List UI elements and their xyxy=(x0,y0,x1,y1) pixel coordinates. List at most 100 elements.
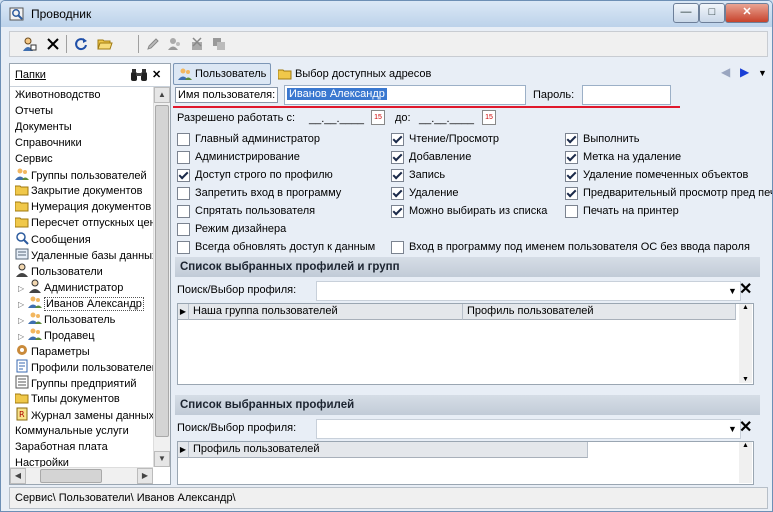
tree-item[interactable]: Заработная плата xyxy=(15,439,108,455)
profile-search-input[interactable] xyxy=(316,281,741,301)
scroll-down-icon[interactable]: ▼ xyxy=(739,376,752,383)
tab-user[interactable]: Пользователь xyxy=(173,63,272,85)
tree-vertical-scrollbar[interactable]: ▲ ▼ xyxy=(153,87,170,467)
checkbox-box[interactable] xyxy=(565,204,578,218)
clear-search-icon[interactable]: ✕ xyxy=(739,420,752,436)
tree-item[interactable]: R Журнал замены данных xyxy=(15,407,153,423)
tree-item[interactable]: ▷ Администратор xyxy=(18,279,123,295)
minimize-button[interactable]: — xyxy=(673,3,699,23)
tree-item[interactable]: Типы документов xyxy=(14,391,120,407)
cut-button[interactable] xyxy=(188,35,206,53)
checkbox-box[interactable] xyxy=(391,168,404,182)
tree-horizontal-scrollbar[interactable]: ◀ ▶ xyxy=(10,467,153,484)
tree-item[interactable]: Группы предприятий xyxy=(15,375,137,391)
chevron-down-icon[interactable]: ▼ xyxy=(728,286,737,296)
properties-button[interactable] xyxy=(20,35,38,53)
permission-checkbox[interactable]: Чтение/Просмотр xyxy=(391,131,499,147)
permission-checkbox[interactable]: Вход в программу под именем пользователя… xyxy=(391,239,750,255)
close-button[interactable]: ✕ xyxy=(725,3,769,23)
col-header-group[interactable]: Наша группа пользователей xyxy=(189,304,463,320)
permission-checkbox[interactable]: Можно выбирать из списка xyxy=(391,203,547,219)
tree-item[interactable]: Нумерация документов xyxy=(14,199,151,215)
hscroll-thumb[interactable] xyxy=(40,469,102,483)
scroll-up-button[interactable]: ▲ xyxy=(154,87,170,103)
checkbox-box[interactable] xyxy=(177,240,190,254)
checkbox-box[interactable] xyxy=(565,150,578,164)
permission-checkbox[interactable]: Печать на принтер xyxy=(565,203,679,219)
permission-checkbox[interactable]: Предварительный просмотр пред печ xyxy=(565,185,772,201)
open-folder-button[interactable] xyxy=(96,35,114,53)
checkbox-box[interactable] xyxy=(177,222,190,236)
clear-search-icon[interactable]: ✕ xyxy=(739,282,752,298)
refresh-button[interactable] xyxy=(72,35,90,53)
username-field[interactable]: Иванов Александр xyxy=(284,85,526,105)
permission-checkbox[interactable]: Администрирование xyxy=(177,149,300,165)
tree-item[interactable]: Сообщения xyxy=(15,231,91,247)
col-header-profile[interactable]: Профиль пользователей xyxy=(463,304,736,320)
permission-checkbox[interactable]: Добавление xyxy=(391,149,471,165)
permission-checkbox[interactable]: Запретить вход в программу xyxy=(177,185,341,201)
tree-item[interactable]: Справочники xyxy=(15,135,82,151)
checkbox-box[interactable] xyxy=(391,132,404,146)
tree-item[interactable]: Профили пользователей xyxy=(15,359,153,375)
checkbox-box[interactable] xyxy=(565,186,578,200)
scroll-up-icon[interactable]: ▲ xyxy=(739,304,752,311)
checkbox-box[interactable] xyxy=(565,132,578,146)
maximize-button[interactable]: □ xyxy=(699,3,725,23)
permission-checkbox[interactable]: Удаление помеченных объектов xyxy=(565,167,748,183)
permission-checkbox[interactable]: Выполнить xyxy=(565,131,639,147)
scroll-left-button[interactable]: ◀ xyxy=(10,468,26,484)
date-to-field[interactable]: __.__.____ xyxy=(419,113,474,125)
tree-item[interactable]: Удаленные базы данных xyxy=(15,247,153,263)
tree-item[interactable]: Отчеты xyxy=(15,103,53,119)
scroll-up-icon[interactable]: ▲ xyxy=(739,442,752,449)
scroll-thumb[interactable] xyxy=(155,105,169,437)
permission-checkbox[interactable]: Всегда обновлять доступ к данным xyxy=(177,239,375,255)
col-header-profile-2[interactable]: Профиль пользователей xyxy=(189,442,588,458)
checkbox-box[interactable] xyxy=(391,150,404,164)
permission-checkbox[interactable]: Главный администратор xyxy=(177,131,320,147)
access-button[interactable] xyxy=(166,35,184,53)
tree-item[interactable]: Пересчет отпускных цен xyxy=(14,215,153,231)
permission-checkbox[interactable]: Запись xyxy=(391,167,445,183)
tree-item[interactable]: Настройки xyxy=(15,455,69,467)
checkbox-box[interactable] xyxy=(177,168,190,182)
edit-button[interactable] xyxy=(144,35,162,53)
grid-vertical-scrollbar[interactable]: ▲ ▼ xyxy=(739,304,752,383)
tab-addresses[interactable]: Выбор доступных адресов xyxy=(273,63,436,85)
checkbox-box[interactable] xyxy=(565,168,578,182)
tree-item[interactable]: ▷ Пользователь xyxy=(18,311,115,327)
calendar-from-icon[interactable]: 15 xyxy=(371,110,385,125)
next-arrow-icon[interactable]: ▶ xyxy=(740,65,749,79)
tree-item[interactable]: Коммунальные услуги xyxy=(15,423,129,439)
copy-button[interactable] xyxy=(210,35,228,53)
tree-item[interactable]: Животноводство xyxy=(15,87,101,103)
checkbox-box[interactable] xyxy=(391,240,404,254)
tree-item[interactable]: Сервис xyxy=(15,151,53,167)
prev-arrow-icon[interactable]: ◀ xyxy=(721,65,730,79)
tree-item[interactable]: Параметры xyxy=(15,343,90,359)
grid-vertical-scrollbar[interactable]: ▲ xyxy=(739,442,752,483)
permission-checkbox[interactable]: Режим дизайнера xyxy=(177,221,286,237)
checkbox-box[interactable] xyxy=(391,186,404,200)
calendar-to-icon[interactable]: 15 xyxy=(482,110,496,125)
tree-item[interactable]: ▷ Продавец xyxy=(18,327,95,343)
permission-checkbox[interactable]: Метка на удаление xyxy=(565,149,681,165)
binoculars-icon[interactable] xyxy=(130,68,148,82)
password-field[interactable] xyxy=(582,85,671,105)
delete-button[interactable] xyxy=(44,35,62,53)
checkbox-box[interactable] xyxy=(391,204,404,218)
permission-checkbox[interactable]: Доступ строго по профилю xyxy=(177,167,333,183)
tree-item[interactable]: Закрытие документов xyxy=(14,183,142,199)
permission-checkbox[interactable]: Удаление xyxy=(391,185,459,201)
pane-close-icon[interactable]: ✕ xyxy=(152,68,161,81)
checkbox-box[interactable] xyxy=(177,204,190,218)
checkbox-box[interactable] xyxy=(177,150,190,164)
tree-item[interactable]: Пользователи xyxy=(15,263,103,279)
tabs-dropdown-icon[interactable]: ▼ xyxy=(758,68,767,78)
tree-item[interactable]: Документы xyxy=(15,119,72,135)
profile-search-input-2[interactable] xyxy=(316,419,741,439)
scroll-right-button[interactable]: ▶ xyxy=(137,468,153,484)
checkbox-box[interactable] xyxy=(177,186,190,200)
tree-item[interactable]: ▷ Иванов Александр xyxy=(18,295,144,311)
